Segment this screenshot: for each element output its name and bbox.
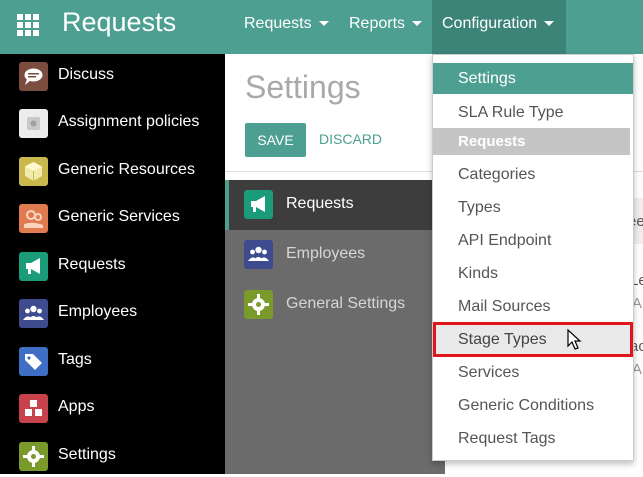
menu-requests[interactable]: Requests [233, 0, 340, 54]
app-sidebar: Discuss Assignment policies Generic Reso… [0, 54, 225, 474]
menu-item-request-tags[interactable]: Request Tags [433, 422, 633, 455]
cube-icon [19, 157, 48, 186]
menu-item-mail-sources[interactable]: Mail Sources [433, 290, 633, 323]
settings-app-nav: Requests Employees General Settings [225, 180, 445, 474]
discard-button[interactable]: DISCARD [319, 131, 382, 147]
apps-grid-icon[interactable] [17, 14, 39, 36]
settings-nav-label: Requests [286, 195, 354, 212]
sidebar-item-label: Settings [58, 446, 116, 463]
mouse-pointer-icon [567, 328, 583, 351]
menu-item-services[interactable]: Services [433, 356, 633, 389]
menu-section-header-requests: Requests [433, 128, 630, 155]
gears-hand-icon [19, 204, 48, 233]
configuration-dropdown-menu: Settings SLA Rule Type Requests Categori… [432, 54, 634, 461]
tags-icon [19, 347, 48, 376]
top-navbar: Requests Requests Reports Configuration [0, 0, 643, 54]
caret-down-icon [412, 21, 423, 27]
people-icon [19, 299, 48, 328]
settings-nav-employees[interactable]: Employees [225, 230, 445, 280]
chat-bubble-icon [19, 62, 48, 91]
caret-down-icon [318, 21, 329, 27]
app-title: Requests [62, 7, 177, 37]
save-button[interactable]: SAVE [245, 123, 306, 157]
menu-configuration[interactable]: Configuration [432, 0, 566, 54]
cubes-icon [19, 394, 48, 423]
caret-down-icon [544, 21, 555, 27]
menu-item-api-endpoint[interactable]: API Endpoint [433, 224, 633, 257]
menu-item-types[interactable]: Types [433, 191, 633, 224]
sidebar-item-generic-resources[interactable]: Generic Resources [0, 152, 225, 192]
sidebar-item-generic-services[interactable]: Generic Services [0, 199, 225, 239]
assignment-icon [19, 109, 48, 138]
sidebar-item-label: Assignment policies [58, 113, 200, 130]
menu-item-settings[interactable]: Settings [433, 63, 633, 94]
sidebar-item-label: Tags [58, 351, 92, 368]
menu-configuration-label: Configuration [442, 15, 538, 32]
megaphone-icon [19, 252, 48, 281]
people-icon [244, 240, 273, 269]
menu-item-sla-rule-type[interactable]: SLA Rule Type [433, 96, 633, 129]
gear-icon [19, 442, 48, 471]
settings-nav-general-settings[interactable]: General Settings [225, 280, 445, 330]
sidebar-item-assignment-policies[interactable]: Assignment policies [0, 104, 225, 144]
sidebar-item-tags[interactable]: Tags [0, 342, 225, 382]
menu-reports-label: Reports [349, 15, 406, 32]
settings-nav-label: Employees [286, 245, 366, 262]
menu-reports[interactable]: Reports [338, 0, 433, 54]
menu-requests-label: Requests [244, 15, 312, 32]
menu-item-kinds[interactable]: Kinds [433, 257, 633, 290]
gear-icon [244, 290, 273, 319]
page-title: Settings [245, 69, 361, 105]
sidebar-item-label: Apps [58, 398, 95, 415]
settings-nav-requests[interactable]: Requests [225, 180, 445, 230]
sidebar-item-requests[interactable]: Requests [0, 247, 225, 287]
menu-item-stage-types[interactable]: Stage Types [433, 322, 633, 357]
menu-item-generic-conditions[interactable]: Generic Conditions [433, 389, 633, 422]
sidebar-item-label: Generic Resources [58, 161, 195, 178]
settings-nav-label: General Settings [286, 295, 406, 312]
menu-item-categories[interactable]: Categories [433, 158, 633, 191]
sidebar-item-label: Discuss [58, 66, 115, 83]
sidebar-item-label: Generic Services [58, 208, 180, 225]
sidebar-item-label: Employees [58, 303, 138, 320]
sidebar-item-apps[interactable]: Apps [0, 389, 225, 429]
sidebar-item-label: Requests [58, 256, 126, 273]
megaphone-icon [244, 190, 273, 219]
sidebar-item-employees[interactable]: Employees [0, 294, 225, 334]
sidebar-item-settings[interactable]: Settings [0, 437, 225, 477]
sidebar-item-discuss[interactable]: Discuss [0, 57, 225, 97]
